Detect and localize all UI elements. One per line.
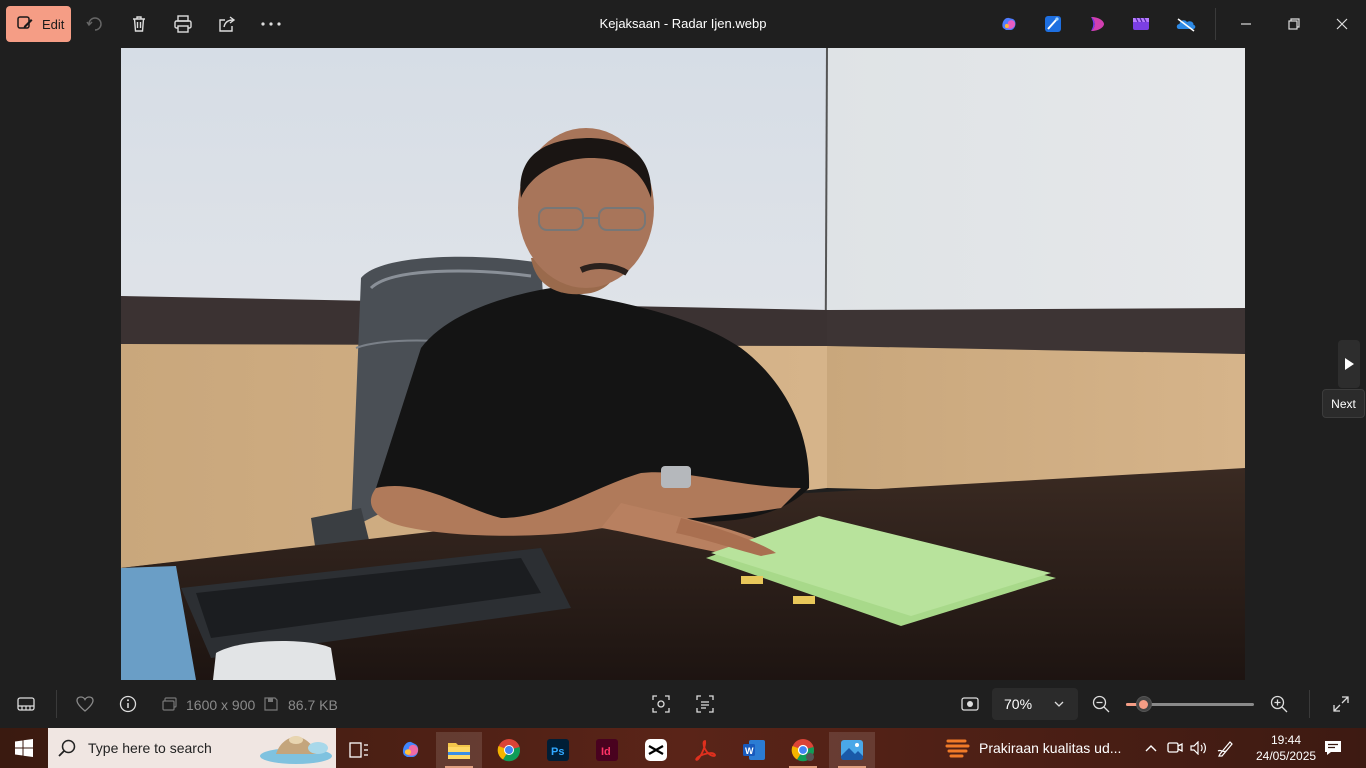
bottom-separator-right [1309, 690, 1310, 718]
trash-icon[interactable] [127, 12, 151, 36]
window-title: Kejaksaan - Radar Ijen.webp [599, 16, 767, 31]
visual-search-icon[interactable] [649, 692, 673, 716]
zoom-value: 70% [1004, 696, 1033, 712]
clock-date: 24/05/2025 [1256, 749, 1317, 763]
meet-now-icon[interactable] [1165, 738, 1185, 758]
news-text: Prakiraan kualitas ud... [979, 740, 1122, 756]
fullscreen-icon[interactable] [1329, 692, 1353, 716]
taskbar-file-explorer-icon[interactable] [436, 732, 482, 768]
zoom-slider-thumb[interactable] [1135, 696, 1152, 712]
zoom-in-icon[interactable] [1267, 692, 1291, 716]
minimize-icon[interactable] [1234, 12, 1258, 36]
more-icon[interactable] [259, 12, 283, 36]
start-button[interactable] [0, 728, 48, 768]
search-highlight-icon [260, 736, 332, 764]
taskbar-acrobat-icon[interactable] [682, 732, 728, 768]
play-right-icon [1345, 358, 1354, 370]
taskbar-search[interactable]: Type here to search [48, 728, 336, 768]
svg-text:Id: Id [601, 746, 611, 758]
toolbar-separator [1215, 8, 1216, 40]
taskbar-chrome-icon[interactable] [486, 732, 532, 768]
video-editor-icon[interactable] [1131, 14, 1151, 34]
clipchamp-icon[interactable] [1087, 14, 1107, 34]
info-icon[interactable] [116, 692, 140, 716]
svg-text:Ps: Ps [551, 746, 564, 758]
title-bar: Edit Kejaksaan - Radar Ijen.webp [0, 0, 1366, 48]
next-tooltip: Next [1322, 389, 1365, 418]
dimensions-icon [158, 692, 182, 716]
windows-taskbar: Type here to search Ps Id W Prakiraan ku… [0, 728, 1366, 768]
close-icon[interactable] [1330, 12, 1354, 36]
taskbar-copilot-icon[interactable] [388, 732, 434, 768]
photo-canvas[interactable] [121, 48, 1245, 680]
edit-button[interactable]: Edit [6, 6, 71, 42]
share-icon[interactable] [215, 12, 239, 36]
restore-icon[interactable] [1282, 12, 1306, 36]
task-view-icon[interactable] [336, 732, 382, 768]
edit-icon [17, 16, 33, 29]
print-icon[interactable] [171, 12, 195, 36]
volume-icon[interactable] [1189, 738, 1209, 758]
taskbar-capcut-icon[interactable] [633, 732, 679, 768]
taskbar-photos-icon[interactable] [829, 732, 875, 768]
copilot-icon[interactable] [999, 14, 1019, 34]
designer-icon[interactable] [1043, 14, 1063, 34]
taskbar-chrome-profile-icon[interactable] [780, 732, 826, 768]
notifications-icon[interactable] [1323, 738, 1343, 758]
taskbar-word-icon[interactable]: W [731, 732, 777, 768]
image-dimensions: 1600 x 900 [186, 697, 256, 713]
search-icon [58, 739, 76, 757]
fit-to-window-icon[interactable] [958, 692, 982, 716]
taskbar-clock[interactable]: 19:44 24/05/2025 [1256, 732, 1316, 764]
rotate-icon[interactable] [83, 12, 107, 36]
filmstrip-icon[interactable] [14, 692, 38, 716]
pen-icon[interactable] [1216, 738, 1236, 758]
windows-logo-icon [15, 739, 33, 757]
next-button[interactable] [1338, 340, 1360, 388]
air-quality-icon [945, 739, 970, 758]
show-hidden-icons-icon[interactable] [1141, 738, 1161, 758]
bottom-toolbar: 1600 x 900 86.7 KB 70% [0, 680, 1366, 728]
onedrive-icon[interactable] [1175, 14, 1196, 34]
save-icon [259, 692, 283, 716]
heart-icon[interactable] [73, 692, 97, 716]
edit-label: Edit [42, 16, 65, 32]
clock-time: 19:44 [1270, 733, 1302, 747]
text-scan-icon[interactable] [693, 692, 717, 716]
taskbar-photoshop-icon[interactable]: Ps [535, 732, 581, 768]
news-widget[interactable]: Prakiraan kualitas ud... [945, 728, 1121, 768]
taskbar-indesign-icon[interactable]: Id [584, 732, 630, 768]
svg-text:W: W [745, 746, 754, 756]
file-size: 86.7 KB [288, 697, 338, 713]
chevron-down-icon [1054, 701, 1064, 707]
bottom-separator [56, 690, 57, 718]
photo-image [121, 48, 1245, 680]
search-placeholder: Type here to search [88, 740, 212, 756]
zoom-dropdown[interactable]: 70% [992, 688, 1078, 720]
zoom-out-icon[interactable] [1089, 692, 1113, 716]
